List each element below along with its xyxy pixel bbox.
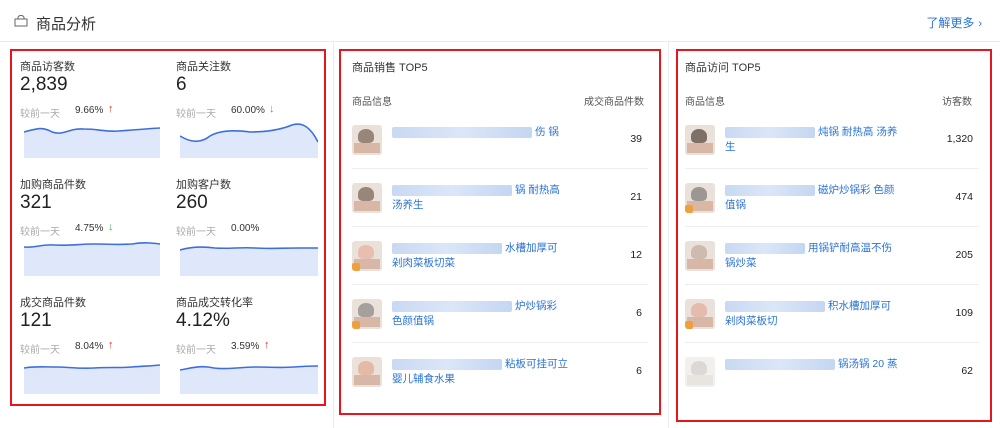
metric-change: 9.66% (75, 105, 104, 116)
product-thumbnail (352, 241, 382, 271)
row-value: 474 (955, 191, 973, 203)
metric-label: 商品访客数 (20, 61, 75, 73)
row-value: 6 (636, 307, 642, 319)
table-row[interactable]: 水槽加厚可 剁肉菜板切菜 12 (352, 227, 648, 285)
metric-compare-label: 较前一天 (176, 345, 216, 356)
product-thumbnail (352, 357, 382, 387)
column-divider (668, 42, 669, 428)
row-value: 6 (636, 365, 642, 377)
arrow-down-icon: ↓ (269, 103, 275, 115)
sparkline-chart (24, 364, 160, 394)
learn-more-link[interactable]: 了解更多 › (926, 14, 982, 31)
product-title[interactable]: 炉炒锅彩 色颜值锅 (392, 299, 568, 329)
sparkline-chart (180, 365, 318, 394)
row-value: 109 (955, 307, 973, 319)
metric-cart-customers: 加购客户数 260 较前一天 0.00% (176, 176, 326, 286)
metric-value: 260 (176, 192, 208, 213)
table-row[interactable]: 锅汤锅 20 蒸 62 (685, 343, 979, 401)
panel-title: 商品访问 TOP5 (685, 62, 761, 74)
table-row[interactable]: 粘板可挂可立 婴儿辅食水果 6 (352, 343, 648, 401)
product-title[interactable]: 伤 锅 (392, 125, 568, 155)
product-thumbnail (352, 125, 382, 155)
chevron-right-icon: › (978, 18, 982, 30)
row-value: 1,320 (946, 133, 973, 145)
column-header-info: 商品信息 (352, 97, 392, 108)
shopping-bag-icon (14, 15, 28, 27)
arrow-up-icon: ↑ (264, 339, 270, 351)
metric-value: 4.12% (176, 310, 230, 331)
column-divider (333, 42, 334, 428)
metric-value: 6 (176, 74, 187, 95)
metric-label: 加购客户数 (176, 179, 231, 191)
metric-label: 商品关注数 (176, 61, 231, 73)
table-row[interactable]: 炖锅 耐热高 汤养生 1,320 (685, 111, 979, 169)
metric-followers: 商品关注数 6 较前一天 60.00% ↓ (176, 58, 326, 168)
product-title[interactable]: 积水槽加厚可 剁肉菜板切 (725, 299, 901, 329)
sparkline-chart (24, 127, 160, 158)
section-header: 商品分析 了解更多 › (0, 0, 1000, 42)
metric-cart-items: 加购商品件数 321 较前一天 4.75% ↓ (20, 176, 170, 286)
row-value: 21 (630, 191, 642, 203)
product-thumbnail (685, 357, 715, 387)
learn-more-label: 了解更多 (926, 16, 975, 30)
metric-value: 321 (20, 192, 52, 213)
metric-compare-label: 较前一天 (20, 345, 60, 356)
metric-change: 8.04% (75, 341, 104, 352)
sparkline-chart (180, 246, 318, 276)
product-title[interactable]: 磁炉炒锅彩 色颜值锅 (725, 183, 901, 213)
metric-compare-label: 较前一天 (20, 227, 60, 238)
metric-label: 商品成交转化率 (176, 297, 253, 309)
metric-value: 121 (20, 310, 52, 331)
arrow-down-icon: ↓ (108, 221, 114, 233)
row-value: 39 (630, 133, 642, 145)
metric-change: 0.00% (231, 223, 260, 234)
table-row[interactable]: 炉炒锅彩 色颜值锅 6 (352, 285, 648, 343)
row-value: 12 (630, 249, 642, 261)
product-title[interactable]: 用锅铲耐高温不伤 锅炒菜 (725, 241, 901, 271)
column-header-value: 成交商品件数 (584, 97, 644, 108)
product-title[interactable]: 炖锅 耐热高 汤养生 (725, 125, 901, 155)
column-header-info: 商品信息 (685, 97, 725, 108)
table-row[interactable]: 积水槽加厚可 剁肉菜板切 109 (685, 285, 979, 343)
row-value: 205 (955, 249, 973, 261)
metric-compare-label: 较前一天 (176, 227, 216, 238)
product-title[interactable]: 水槽加厚可 剁肉菜板切菜 (392, 241, 568, 271)
product-thumbnail (685, 299, 715, 329)
metric-visitors: 商品访客数 2,839 较前一天 9.66% ↑ (20, 58, 170, 168)
section-title: 商品分析 (36, 16, 97, 33)
product-thumbnail (685, 241, 715, 271)
table-row[interactable]: 用锅铲耐高温不伤 锅炒菜 205 (685, 227, 979, 285)
table-row[interactable]: 磁炉炒锅彩 色颜值锅 474 (685, 169, 979, 227)
metric-sold-items: 成交商品件数 121 较前一天 8.04% ↑ (20, 294, 170, 404)
metric-conversion-rate: 商品成交转化率 4.12% 较前一天 3.59% ↑ (176, 294, 326, 404)
panel-title: 商品销售 TOP5 (352, 62, 428, 74)
metric-change: 60.00% (231, 105, 265, 116)
product-thumbnail (352, 183, 382, 213)
arrow-up-icon: ↑ (108, 103, 114, 115)
metric-value: 2,839 (20, 74, 68, 95)
column-header-value: 访客数 (942, 97, 972, 108)
metric-label: 成交商品件数 (20, 297, 86, 309)
product-title[interactable]: 锅汤锅 20 蒸 (725, 357, 901, 387)
table-row[interactable]: 伤 锅 39 (352, 111, 648, 169)
metric-change: 3.59% (231, 341, 260, 352)
product-thumbnail (685, 183, 715, 213)
sparkline-chart (180, 123, 318, 158)
product-thumbnail (352, 299, 382, 329)
sparkline-chart (24, 242, 160, 276)
metric-compare-label: 较前一天 (20, 109, 60, 120)
metric-change: 4.75% (75, 223, 104, 234)
metric-label: 加购商品件数 (20, 179, 86, 191)
row-value: 62 (961, 365, 973, 377)
product-title[interactable]: 粘板可挂可立 婴儿辅食水果 (392, 357, 568, 387)
table-row[interactable]: 锅 耐热高 汤养生 21 (352, 169, 648, 227)
metric-compare-label: 较前一天 (176, 109, 216, 120)
product-thumbnail (685, 125, 715, 155)
product-title[interactable]: 锅 耐热高 汤养生 (392, 183, 568, 213)
arrow-up-icon: ↑ (108, 339, 114, 351)
